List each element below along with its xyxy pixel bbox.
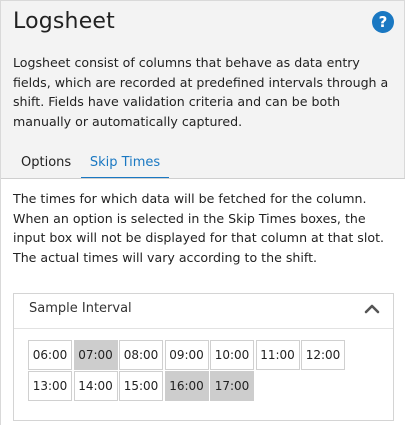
time-slot-0600[interactable]: 06:00 [28,340,72,370]
time-slot-1100[interactable]: 11:00 [255,340,300,370]
time-slot-1600[interactable]: 16:00 [164,371,209,401]
time-slot-1500[interactable]: 15:00 [119,371,163,401]
sample-interval-title: Sample Interval [29,301,132,316]
sample-interval-section: Sample Interval 06:00 07:00 08:00 09:00 10:0… [13,293,394,421]
tab-bar: Options Skip Times [13,151,398,179]
time-slot-0700[interactable]: 07:00 [73,340,118,370]
time-slot-1400[interactable]: 14:00 [73,371,118,401]
panel-header: Logsheet ? [13,7,394,41]
skip-times-description: The times for which data will be fetched… [13,191,385,265]
skip-times-content: The times for which data will be fetched… [1,179,405,426]
section-divider [14,328,393,329]
page-title: Logsheet [13,9,115,34]
logsheet-description: Logsheet consist of columns that behave … [13,55,389,129]
tab-options[interactable]: Options [21,151,71,179]
tab-skip-times-label: Skip Times [89,155,161,170]
time-slot-0900[interactable]: 09:00 [164,340,209,370]
time-slot-1200[interactable]: 12:00 [301,340,345,370]
time-slot-1700[interactable]: 17:00 [210,371,254,401]
time-slot-0800[interactable]: 08:00 [119,340,163,370]
chevron-up-icon[interactable] [363,302,381,316]
time-slot-1000[interactable]: 10:00 [210,340,254,370]
tab-skip-times[interactable]: Skip Times [81,151,169,179]
help-icon[interactable]: ? [372,11,394,33]
time-slot-1300[interactable]: 13:00 [28,371,72,401]
logsheet-panel: Logsheet ? Logsheet consist of columns t… [0,0,405,426]
